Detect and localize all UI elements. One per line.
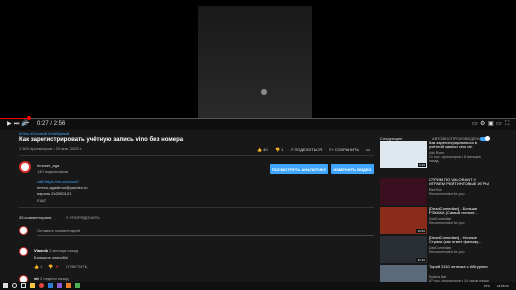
- recommendation-title[interactable]: СТРИМ ПО VALORANT // ИГРАЕМ РЕЙТИНГОВЫЕ …: [429, 178, 489, 186]
- recommendation-thumbnail[interactable]: [380, 178, 427, 205]
- task-view-icon[interactable]: [21, 283, 26, 288]
- loading-spinner: [261, 89, 267, 95]
- next-icon[interactable]: ⏭: [14, 120, 19, 128]
- reply-button[interactable]: ОТВЕТИТЬ: [66, 264, 87, 269]
- app-icon[interactable]: [57, 283, 62, 288]
- clock[interactable]: 16:05:33: [497, 284, 509, 288]
- play-icon[interactable]: ▶: [7, 120, 12, 128]
- search-icon[interactable]: [12, 283, 17, 288]
- duration-badge: 16:52: [416, 229, 426, 233]
- language-indicator[interactable]: РУС: [484, 284, 490, 288]
- recommendation-thumbnail[interactable]: 32:10: [380, 236, 427, 263]
- description-line: rimmo-agadirnoi@yandex.ru: [37, 185, 88, 190]
- recommendation-meta: 21 тыс. просмотров • 8 месяцев назад: [429, 155, 481, 163]
- recommendation-meta: Recommended for you: [429, 192, 465, 196]
- sort-icon: ≡: [66, 215, 69, 220]
- volume-slider[interactable]: [24, 122, 29, 123]
- comment-input-underline: [37, 235, 374, 236]
- windows-icon[interactable]: [3, 283, 8, 288]
- recommendation-title[interactable]: [DeadComedian] - Больше РЭКАКА (Самый ли…: [429, 207, 489, 215]
- comment-like-button[interactable]: 👍 1: [34, 264, 42, 269]
- subtitles-icon[interactable]: ▭: [472, 120, 478, 128]
- recommendation-meta: Recommended for you: [429, 250, 465, 254]
- recommendation-thumbnail[interactable]: 5:25: [380, 141, 427, 168]
- category-tag[interactable]: #Vinо #Сoчный #Хабарный: [19, 131, 69, 136]
- divider: [19, 155, 374, 156]
- comment-dislike-button[interactable]: 👎: [48, 264, 53, 269]
- comment-author[interactable]: vlr 2 недели назад: [34, 276, 69, 281]
- comment-author[interactable]: Vlasnik 2 месяца назад: [34, 248, 78, 253]
- recommendation-thumbnail[interactable]: 16:52: [380, 207, 427, 234]
- avatar[interactable]: [19, 247, 28, 256]
- save-button[interactable]: ≡+ СОХРАНИТЬ: [329, 147, 359, 152]
- recommendation-meta: Recommended for you: [429, 221, 465, 225]
- subscriber-count: 140 подписчиков: [37, 169, 69, 174]
- recommendation-title[interactable]: [DeadComedian] - Ночные Страхи (как отме…: [429, 236, 489, 244]
- video-title: Как зарегистрировать учётную запись vino…: [19, 137, 184, 143]
- gear-icon[interactable]: ⚙: [480, 120, 485, 128]
- more-icon[interactable]: •••: [366, 147, 370, 152]
- share-button[interactable]: ↗ ПОДЕЛИТЬСЯ: [290, 147, 322, 152]
- duration-badge: 5:25: [418, 163, 426, 167]
- recommendation-title[interactable]: Как зарегистрироваться в учётной записи …: [429, 141, 489, 149]
- like-button[interactable]: 👍 40: [257, 147, 268, 152]
- comment-text: Большое спасибо!: [34, 255, 69, 260]
- app-icon[interactable]: [48, 283, 53, 288]
- description-line[interactable]: caill https://vk.com/usr0: [37, 179, 79, 184]
- dislike-count: 1: [281, 147, 284, 152]
- app-icon[interactable]: [66, 283, 71, 288]
- folder-icon[interactable]: [30, 283, 35, 288]
- sort-button[interactable]: ≡ УПОРЯДОЧИТЬ: [66, 215, 100, 220]
- avatar: [19, 226, 28, 235]
- like-count: 40: [263, 147, 268, 152]
- divider: [19, 207, 374, 208]
- comment-input[interactable]: Оставьте комментарий: [37, 228, 80, 233]
- edit-video-button[interactable]: ИЗМЕНИТЬ ВИДЕО: [331, 164, 374, 174]
- progress-fill: [0, 118, 29, 119]
- theater-icon[interactable]: ▭: [496, 120, 502, 128]
- miniplayer-icon[interactable]: ▣: [488, 120, 494, 128]
- avatar[interactable]: [19, 161, 31, 173]
- time-display: 0:27 / 2:56: [37, 121, 66, 127]
- player-controls: [0, 118, 516, 130]
- fullscreen-icon[interactable]: ⛶: [505, 120, 509, 128]
- channel-name[interactable]: rimoser_aga: [37, 163, 59, 168]
- video-frame[interactable]: [198, 6, 312, 118]
- video-stats: 1 500 просмотров • 20 янв. 2020 г.: [19, 146, 83, 151]
- analytics-button[interactable]: ПОСМОТРЕТЬ АНАЛИТИКУ: [270, 164, 328, 174]
- description-line: пароль Zx2000121: [37, 191, 72, 196]
- duration-badge: 32:10: [416, 258, 426, 262]
- progress-bar[interactable]: [0, 118, 516, 119]
- browser-icon[interactable]: [39, 283, 44, 288]
- comment-count: 35 комментариев: [19, 215, 52, 220]
- app-icon[interactable]: [75, 283, 80, 288]
- show-more-link[interactable]: ЕЩЁ: [37, 198, 46, 203]
- heart-icon[interactable]: ♥: [56, 264, 58, 269]
- recommendation-title[interactable]: Торий 2110 оптичка с АВтурнеи: [429, 265, 489, 269]
- dislike-button[interactable]: 👎 1: [275, 147, 283, 152]
